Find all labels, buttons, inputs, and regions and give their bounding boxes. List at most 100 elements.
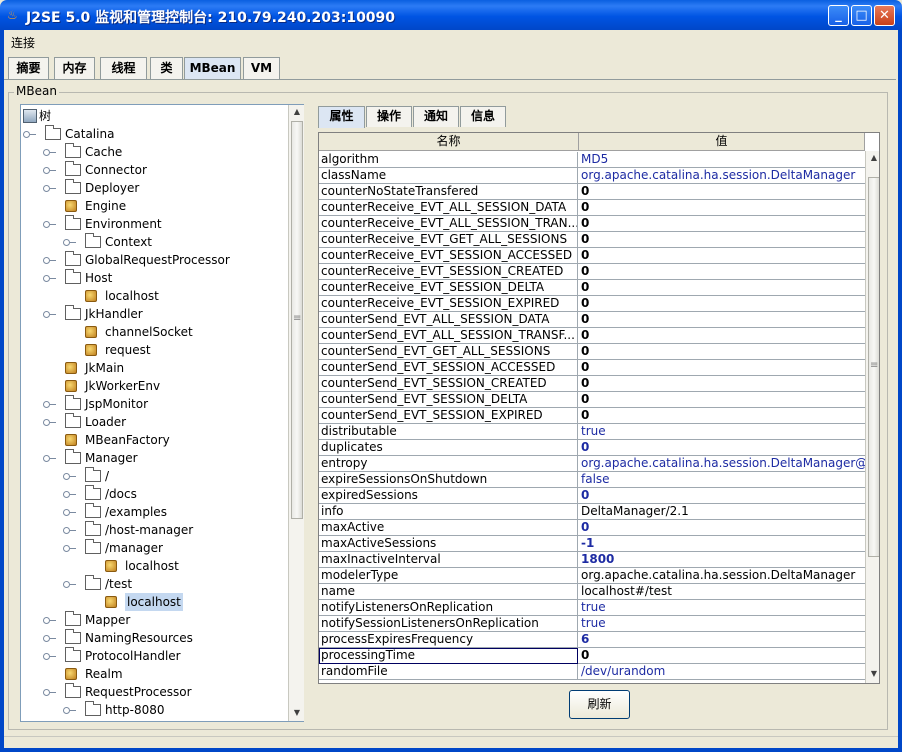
tree-node[interactable]: MBeanFactory: [21, 431, 289, 449]
attribute-value-cell[interactable]: true: [579, 424, 865, 440]
attribute-name-cell[interactable]: counterSend_EVT_ALL_SESSION_DATA: [319, 312, 578, 328]
attribute-name-cell[interactable]: counterReceive_EVT_SESSION_ACCESSED: [319, 248, 578, 264]
tab-classes[interactable]: 类: [150, 57, 183, 79]
attribute-name-cell[interactable]: duplicates: [319, 440, 578, 456]
tree-expand-handle-icon[interactable]: [43, 689, 56, 696]
tab-operations[interactable]: 操作: [366, 106, 412, 127]
attribute-name-cell[interactable]: counterReceive_EVT_ALL_SESSION_DATA: [319, 200, 578, 216]
table-row[interactable]: counterReceive_EVT_SESSION_DELTA 0: [319, 280, 865, 296]
attribute-value-cell[interactable]: 0: [579, 392, 865, 408]
attribute-name-cell[interactable]: expiredSessions: [319, 488, 578, 504]
attribute-name-cell[interactable]: name: [319, 584, 578, 600]
table-row[interactable]: counterReceive_EVT_ALL_SESSION_TRAN... 0: [319, 216, 865, 232]
mbean-tree[interactable]: 树 Catalina Cache Connector Deployer Engine Env…: [20, 104, 304, 722]
scroll-up-icon[interactable]: ▲: [867, 151, 879, 165]
attribute-name-cell[interactable]: counterSend_EVT_SESSION_CREATED: [319, 376, 578, 392]
attribute-name-cell[interactable]: counterNoStateTransfered: [319, 184, 578, 200]
table-row[interactable]: duplicates 0: [319, 440, 865, 456]
attribute-value-cell[interactable]: 0: [579, 184, 865, 200]
tree-expand-handle-icon[interactable]: [63, 239, 76, 246]
table-scrollbar[interactable]: ▲ ▼: [865, 151, 879, 683]
table-row[interactable]: counterSend_EVT_SESSION_DELTA 0: [319, 392, 865, 408]
attribute-value-cell[interactable]: 0: [579, 520, 865, 536]
table-row[interactable]: algorithm MD5: [319, 152, 865, 168]
tree-expand-handle-icon[interactable]: [43, 617, 56, 624]
attribute-name-cell[interactable]: counterSend_EVT_SESSION_ACCESSED: [319, 360, 578, 376]
table-row[interactable]: counterSend_EVT_SESSION_ACCESSED 0: [319, 360, 865, 376]
attribute-name-cell[interactable]: counterReceive_EVT_GET_ALL_SESSIONS: [319, 232, 578, 248]
tree-node[interactable]: Cache: [21, 143, 289, 161]
tree-expand-handle-icon[interactable]: [43, 401, 56, 408]
tree-node[interactable]: localhost: [21, 557, 289, 575]
attribute-value-cell[interactable]: org.apache.catalina.ha.session.DeltaMana…: [579, 568, 865, 584]
tree-node[interactable]: /manager: [21, 539, 289, 557]
attribute-name-cell[interactable]: counterSend_EVT_ALL_SESSION_TRANSF...: [319, 328, 578, 344]
table-row[interactable]: counterReceive_EVT_SESSION_EXPIRED 0: [319, 296, 865, 312]
tree-scroll-thumb[interactable]: [291, 121, 303, 519]
attribute-name-cell[interactable]: counterReceive_EVT_SESSION_EXPIRED: [319, 296, 578, 312]
tree-node[interactable]: request: [21, 341, 289, 359]
tab-attributes[interactable]: 属性: [318, 106, 365, 128]
attribute-value-cell[interactable]: localhost#/test: [579, 584, 865, 600]
attribute-value-cell[interactable]: 0: [579, 296, 865, 312]
tree-node[interactable]: /test: [21, 575, 289, 593]
tree-expand-handle-icon[interactable]: [43, 275, 56, 282]
tree-node[interactable]: Context: [21, 233, 289, 251]
table-row[interactable]: className org.apache.catalina.ha.session.…: [319, 168, 865, 184]
attribute-name-cell[interactable]: notifyListenersOnReplication: [319, 600, 578, 616]
attribute-name-cell[interactable]: counterSend_EVT_SESSION_EXPIRED: [319, 408, 578, 424]
table-row[interactable]: notifySessionListenersOnReplication true: [319, 616, 865, 632]
refresh-button[interactable]: 刷新: [569, 690, 630, 719]
menu-connect[interactable]: 连接: [11, 34, 35, 51]
table-row[interactable]: modelerType org.apache.catalina.ha.sessio…: [319, 568, 865, 584]
tree-expand-handle-icon[interactable]: [63, 491, 76, 498]
attribute-value-cell[interactable]: org.apache.catalina.ha.session.DeltaMana…: [579, 168, 865, 184]
tree-expand-handle-icon[interactable]: [43, 635, 56, 642]
table-row[interactable]: name localhost#/test: [319, 584, 865, 600]
tree-expand-handle-icon[interactable]: [63, 473, 76, 480]
attribute-name-cell[interactable]: processExpiresFrequency: [319, 632, 578, 648]
tree-node[interactable]: /docs: [21, 485, 289, 503]
header-name[interactable]: 名称: [319, 133, 579, 151]
tree-node[interactable]: JkMain: [21, 359, 289, 377]
table-row[interactable]: counterReceive_EVT_SESSION_CREATED 0: [319, 264, 865, 280]
attribute-name-cell[interactable]: modelerType: [319, 568, 578, 584]
table-row[interactable]: expireSessionsOnShutdown false: [319, 472, 865, 488]
attribute-value-cell[interactable]: 1800: [579, 552, 865, 568]
minimize-button[interactable]: _: [828, 5, 849, 26]
tree-node[interactable]: NamingResources: [21, 629, 289, 647]
table-scroll-thumb[interactable]: [868, 177, 879, 557]
attribute-value-cell[interactable]: 0: [579, 312, 865, 328]
tree-expand-handle-icon[interactable]: [43, 167, 56, 174]
attribute-value-cell[interactable]: 0: [579, 248, 865, 264]
table-row[interactable]: counterReceive_EVT_SESSION_ACCESSED 0: [319, 248, 865, 264]
tree-expand-handle-icon[interactable]: [43, 653, 56, 660]
tree-scrollbar[interactable]: ▲ ▼: [288, 105, 304, 721]
attribute-name-cell[interactable]: expireSessionsOnShutdown: [319, 472, 578, 488]
table-row[interactable]: distributable true: [319, 424, 865, 440]
table-row[interactable]: processExpiresFrequency 6: [319, 632, 865, 648]
table-row[interactable]: info DeltaManager/2.1: [319, 504, 865, 520]
tree-node[interactable]: Mapper: [21, 611, 289, 629]
attribute-name-cell[interactable]: counterReceive_EVT_SESSION_CREATED: [319, 264, 578, 280]
attribute-name-cell[interactable]: counterReceive_EVT_ALL_SESSION_TRAN...: [319, 216, 578, 232]
attribute-name-cell[interactable]: counterSend_EVT_GET_ALL_SESSIONS: [319, 344, 578, 360]
tree-node[interactable]: Realm: [21, 665, 289, 683]
tree-expand-handle-icon[interactable]: [63, 509, 76, 516]
attribute-value-cell[interactable]: 0: [579, 440, 865, 456]
tree-node[interactable]: /: [21, 467, 289, 485]
tree-node[interactable]: /examples: [21, 503, 289, 521]
attribute-value-cell[interactable]: 0: [579, 200, 865, 216]
tree-expand-handle-icon[interactable]: [63, 545, 76, 552]
tree-expand-handle-icon[interactable]: [43, 221, 56, 228]
tree-node[interactable]: localhost: [21, 593, 289, 611]
attribute-value-cell[interactable]: 0: [579, 648, 865, 664]
attribute-name-cell[interactable]: maxInactiveInterval: [319, 552, 578, 568]
table-row[interactable]: maxInactiveInterval 1800: [319, 552, 865, 568]
tree-node[interactable]: channelSocket: [21, 323, 289, 341]
tab-mbean[interactable]: MBean: [184, 57, 241, 80]
attribute-name-cell[interactable]: maxActiveSessions: [319, 536, 578, 552]
tree-node[interactable]: http-8080: [21, 701, 289, 719]
tree-node[interactable]: Engine: [21, 197, 289, 215]
attribute-value-cell[interactable]: org.apache.catalina.ha.session.DeltaMana…: [579, 456, 865, 472]
